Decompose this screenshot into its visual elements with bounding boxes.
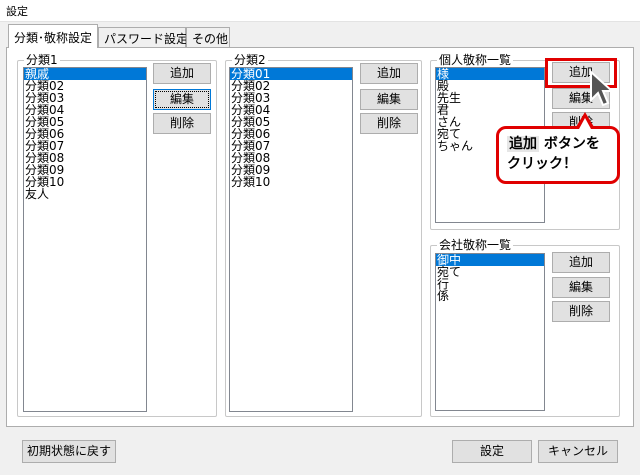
list-item[interactable]: 様 [436, 68, 544, 80]
company-delete-button[interactable]: 削除 [552, 301, 610, 322]
callout-tail-fill [579, 118, 591, 129]
list-item[interactable]: 先生 [436, 92, 544, 104]
category1-add-button[interactable]: 追加 [153, 63, 211, 84]
tab-category-honorific[interactable]: 分類･敬称設定 [8, 24, 98, 48]
group-company-honorific-label: 会社敬称一覧 [437, 238, 514, 252]
title-bar: 設定 [0, 0, 640, 22]
ok-button[interactable]: 設定 [452, 440, 532, 463]
tab-password[interactable]: パスワード設定 [98, 27, 188, 47]
category2-delete-button[interactable]: 削除 [360, 113, 418, 134]
list-item[interactable]: 友人 [24, 188, 146, 200]
window-title: 設定 [6, 5, 28, 18]
category1-edit-button[interactable]: 編集 [153, 89, 211, 110]
list-item[interactable]: 行 [436, 278, 544, 290]
callout-highlight: 追加 [507, 136, 539, 152]
callout-line2: クリック！ [507, 156, 577, 172]
cancel-button[interactable]: キャンセル [538, 440, 618, 463]
category2-list[interactable]: 分類01 分類02 分類03 分類04 分類05 分類06 分類07 分類08 分類09 分類10 [229, 67, 353, 412]
category2-add-button[interactable]: 追加 [360, 63, 418, 84]
company-edit-button[interactable]: 編集 [552, 277, 610, 298]
callout-line1: 追加 ボタンを [507, 134, 617, 154]
category1-list[interactable]: 親戚 分類02 分類03 分類04 分類05 分類06 分類07 分類08 分類09 分類10 友人 [23, 67, 147, 412]
category2-edit-button[interactable]: 編集 [360, 89, 418, 110]
group-personal-honorific-label: 個人敬称一覧 [437, 53, 514, 67]
company-add-button[interactable]: 追加 [552, 252, 610, 273]
list-item[interactable]: 宛て [436, 266, 544, 278]
callout-line1-text: ボタンを [539, 136, 600, 152]
list-item[interactable]: 分類10 [230, 176, 352, 188]
group-category1-label: 分類1 [24, 53, 60, 67]
instruction-callout: 追加 ボタンを クリック！ [496, 126, 620, 184]
category1-delete-button[interactable]: 削除 [153, 113, 211, 134]
list-item[interactable]: 係 [436, 290, 544, 302]
mouse-pointer-icon [590, 70, 615, 107]
group-category2-label: 分類2 [232, 53, 268, 67]
reset-defaults-button[interactable]: 初期状態に戻す [22, 440, 116, 463]
tab-other[interactable]: その他 [186, 27, 230, 47]
company-honorific-list[interactable]: 御中 宛て行係 [435, 253, 545, 411]
